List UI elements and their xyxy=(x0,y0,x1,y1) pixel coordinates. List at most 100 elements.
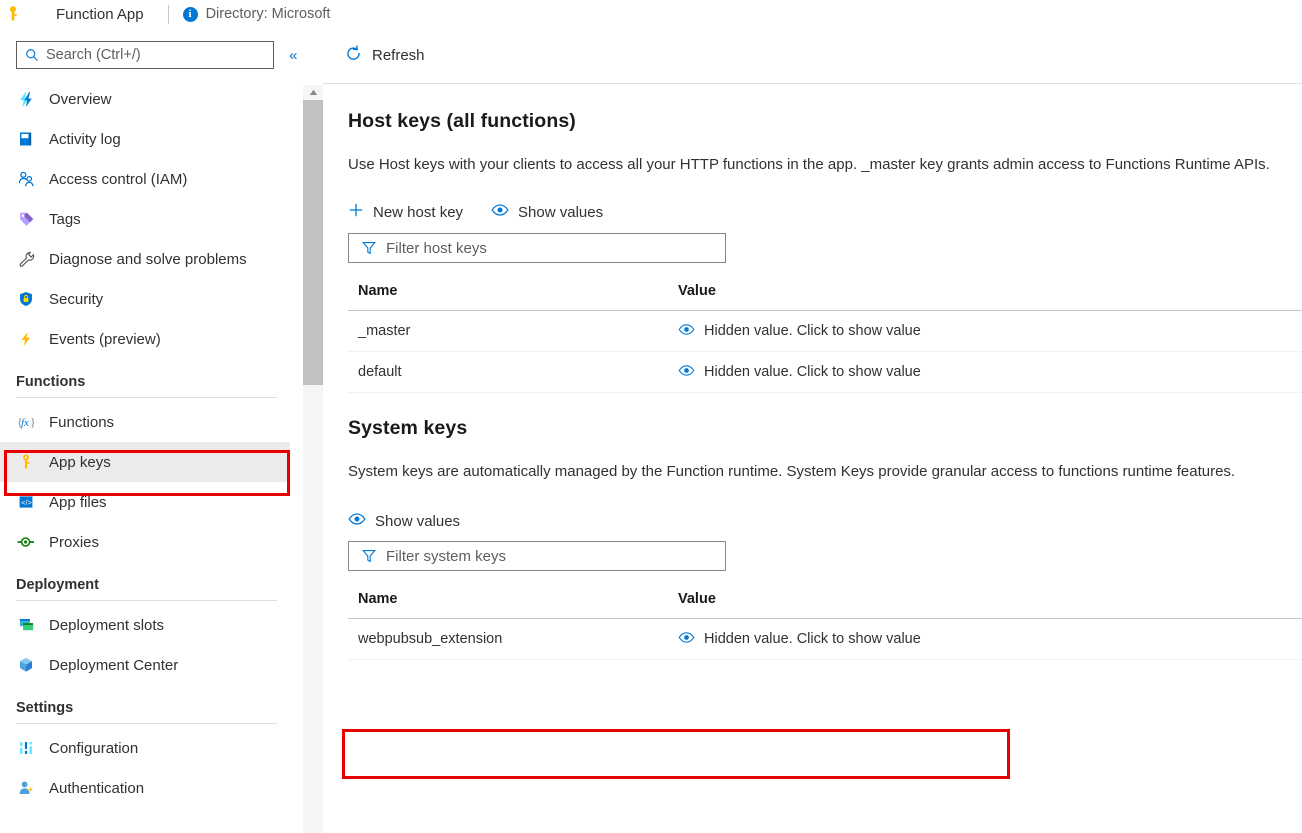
sidebar-item-events-preview[interactable]: Events (preview) xyxy=(0,319,290,359)
sidebar-group-title: Deployment xyxy=(0,577,303,593)
wrench-icon xyxy=(16,249,36,269)
system-keys-show-values-label: Show values xyxy=(375,513,460,530)
host-keys-filter-input[interactable] xyxy=(386,240,686,257)
new-host-key-button[interactable]: New host key xyxy=(348,202,463,222)
sidebar-item-label: Functions xyxy=(49,414,114,431)
sidebar-item-label: Overview xyxy=(49,91,112,108)
sidebar-item-deployment-center[interactable]: Deployment Center xyxy=(0,645,290,685)
sidebar-group-divider xyxy=(16,723,277,724)
sidebar-item-label: Events (preview) xyxy=(49,331,161,348)
configuration-icon xyxy=(16,738,36,758)
activity-log-icon xyxy=(16,129,36,149)
eye-icon xyxy=(678,323,695,340)
key-icon xyxy=(16,452,36,472)
sidebar-item-activity-log[interactable]: Activity log xyxy=(0,119,290,159)
system-keys-table-header: Name Value xyxy=(348,591,1302,619)
sidebar-item-label: App keys xyxy=(49,454,111,471)
host-key-hidden-value-label[interactable]: Hidden value. Click to show value xyxy=(704,323,921,339)
sidebar-item-label: Deployment slots xyxy=(49,617,164,634)
sidebar-item-authentication[interactable]: Authentication xyxy=(0,768,290,808)
sidebar-item-app-files[interactable]: </> App files xyxy=(0,482,290,522)
code-file-icon: </> xyxy=(16,492,36,512)
system-keys-show-values-button[interactable]: Show values xyxy=(348,512,460,530)
column-header-name: Name xyxy=(348,591,678,607)
system-keys-filter-input[interactable] xyxy=(386,548,686,565)
sidebar-group-functions: Functions { fx } Functions A xyxy=(0,374,303,562)
sidebar-item-label: Deployment Center xyxy=(49,657,178,674)
lightning-icon xyxy=(16,329,36,349)
sidebar-group-divider xyxy=(16,397,277,398)
proxies-icon xyxy=(16,532,36,552)
sidebar-item-label: Proxies xyxy=(49,534,99,551)
tags-icon xyxy=(16,209,36,229)
eye-icon xyxy=(348,512,366,530)
sidebar-item-security[interactable]: Security xyxy=(0,279,290,319)
table-row[interactable]: default Hidden value. Click to show valu… xyxy=(348,352,1302,393)
access-control-icon xyxy=(16,169,36,189)
deployment-center-icon xyxy=(16,655,36,675)
sidebar-item-deployment-slots[interactable]: Deployment slots xyxy=(0,605,290,645)
sidebar-item-label: Activity log xyxy=(49,131,121,148)
scroll-up-arrow-icon[interactable] xyxy=(303,85,323,100)
host-keys-show-values-button[interactable]: Show values xyxy=(491,203,603,221)
search-box[interactable] xyxy=(16,41,274,69)
chevron-double-left-icon[interactable]: « xyxy=(284,44,304,66)
refresh-icon xyxy=(345,45,362,66)
sidebar-group-deployment: Deployment Deployment slots xyxy=(0,577,303,685)
system-keys-filter-box[interactable] xyxy=(348,541,726,571)
sidebar-group-settings: Settings Configuration xyxy=(0,700,303,808)
refresh-button[interactable]: Refresh xyxy=(345,45,425,66)
host-keys-table-header: Name Value xyxy=(348,283,1302,311)
plus-icon xyxy=(348,202,364,222)
sidebar-item-overview[interactable]: Overview xyxy=(0,79,290,119)
sidebar-item-label: Diagnose and solve problems xyxy=(49,251,247,268)
host-keys-title: Host keys (all functions) xyxy=(348,110,1302,133)
eye-icon xyxy=(678,364,695,381)
sidebar-item-label: Tags xyxy=(49,211,81,228)
fx-icon: { fx } xyxy=(16,412,36,432)
refresh-label: Refresh xyxy=(372,47,425,64)
host-keys-filter-box[interactable] xyxy=(348,233,726,263)
column-header-name: Name xyxy=(348,283,678,299)
sidebar: « Overview Activity log xyxy=(0,28,303,833)
svg-text:fx: fx xyxy=(21,417,29,429)
sidebar-primary-items: Overview Activity log Acc xyxy=(0,79,303,359)
sidebar-item-app-keys[interactable]: App keys xyxy=(0,442,290,482)
scrollbar-thumb[interactable] xyxy=(303,100,323,385)
page-title: Function App xyxy=(56,6,144,23)
sidebar-item-diagnose-and-solve-problems[interactable]: Diagnose and solve problems xyxy=(0,239,290,279)
command-bar: Refresh xyxy=(323,28,1302,84)
header-divider xyxy=(168,5,169,24)
host-keys-table: Name Value _master Hidden value. Click t… xyxy=(348,283,1302,393)
system-key-value-cell[interactable]: Hidden value. Click to show value xyxy=(678,631,1302,648)
sidebar-item-configuration[interactable]: Configuration xyxy=(0,728,290,768)
svg-text:</>: </> xyxy=(21,498,32,507)
sidebar-item-label: Configuration xyxy=(49,740,138,757)
sidebar-scrollbar[interactable] xyxy=(303,85,323,833)
authentication-icon xyxy=(16,778,36,798)
sidebar-search-row: « xyxy=(0,28,303,69)
sidebar-item-access-control[interactable]: Access control (IAM) xyxy=(0,159,290,199)
host-key-value-cell[interactable]: Hidden value. Click to show value xyxy=(678,323,1302,340)
system-keys-table: Name Value webpubsub_extension Hidden va… xyxy=(348,591,1302,660)
system-keys-action-row: Show values xyxy=(348,512,1302,530)
keys-content: Host keys (all functions) Use Host keys … xyxy=(323,84,1302,660)
search-input[interactable] xyxy=(46,47,246,63)
table-row[interactable]: webpubsub_extension Hidden value. Click … xyxy=(348,619,1302,660)
host-key-hidden-value-label[interactable]: Hidden value. Click to show value xyxy=(704,364,921,380)
host-key-value-cell[interactable]: Hidden value. Click to show value xyxy=(678,364,1302,381)
sidebar-item-tags[interactable]: Tags xyxy=(0,199,290,239)
overview-icon xyxy=(16,89,36,109)
filter-funnel-icon xyxy=(362,549,376,563)
table-row[interactable]: _master Hidden value. Click to show valu… xyxy=(348,311,1302,352)
sidebar-item-label: Security xyxy=(49,291,103,308)
function-app-key-icon xyxy=(0,6,26,22)
sidebar-item-functions[interactable]: { fx } Functions xyxy=(0,402,290,442)
sidebar-group-title: Settings xyxy=(0,700,303,716)
host-keys-action-row: New host key Show values xyxy=(348,202,1302,222)
sidebar-item-proxies[interactable]: Proxies xyxy=(0,522,290,562)
system-key-hidden-value-label[interactable]: Hidden value. Click to show value xyxy=(704,631,921,647)
sidebar-item-label: Access control (IAM) xyxy=(49,171,187,188)
sidebar-item-label: Authentication xyxy=(49,780,144,797)
sidebar-group-title: Functions xyxy=(0,374,303,390)
